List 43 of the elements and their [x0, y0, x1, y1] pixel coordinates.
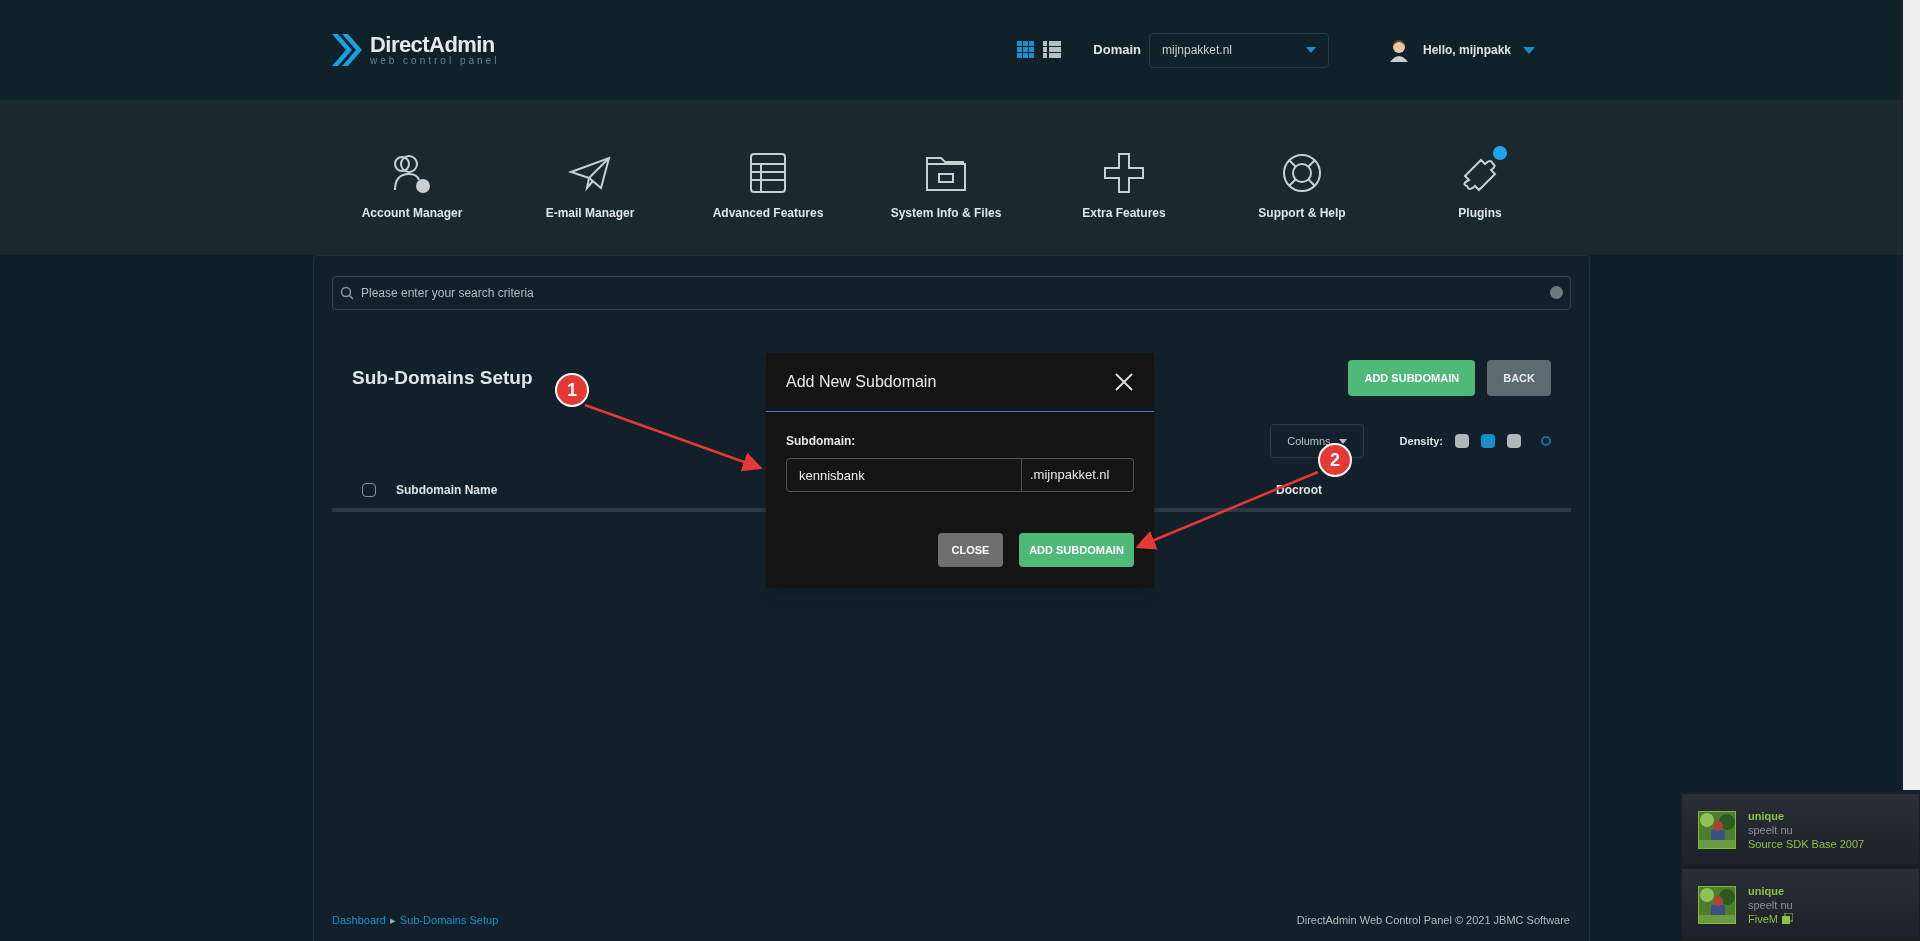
select-all-checkbox[interactable]	[362, 483, 376, 497]
column-header[interactable]: Docroot	[1276, 481, 1322, 499]
game-name: FiveM	[1748, 911, 1778, 926]
domain-label: Domain	[1093, 41, 1141, 60]
nav-item[interactable]: Plugins	[1391, 150, 1569, 255]
nav-item[interactable]: Support & Help	[1213, 150, 1391, 255]
user-name: unique	[1748, 883, 1786, 898]
density-option[interactable]	[1455, 434, 1469, 448]
back-button[interactable]: BACK	[1487, 360, 1551, 396]
field-label: Subdomain:	[786, 433, 857, 450]
close-button[interactable]: CLOSE	[938, 533, 1003, 567]
logo-title: DirectAdmin	[370, 34, 495, 56]
page-title: Sub-Domains Setup	[352, 365, 533, 390]
nav-item[interactable]: Account Manager	[323, 150, 501, 255]
density-option[interactable]	[1481, 434, 1495, 448]
domain-suffix: .mijnpakket.nl	[1022, 458, 1134, 492]
user-name: unique	[1748, 808, 1786, 823]
dialog-title: Add New Subdomain	[786, 372, 937, 392]
breadcrumb-link[interactable]: Sub-Domains Setup	[399, 912, 499, 929]
settings-icon[interactable]	[1541, 436, 1551, 446]
close-icon[interactable]	[1114, 372, 1134, 392]
game-name: Source SDK Base 2007	[1748, 836, 1865, 851]
copyright-text: DirectAdmin Web Control Panel © 2021 JBMC Software	[1296, 913, 1570, 928]
nav-item[interactable]: Advanced Features	[679, 150, 857, 255]
clear-icon[interactable]	[1550, 286, 1563, 299]
density-label: Density:	[1399, 433, 1443, 449]
plus-icon	[1101, 150, 1147, 196]
subdomain-input[interactable]: kennisbank	[786, 458, 1022, 492]
search-icon	[340, 286, 354, 300]
domain-select[interactable]: mijnpakket.nl	[1148, 32, 1329, 68]
breadcrumb-link[interactable]: Dashboard	[332, 912, 386, 929]
logo-subtitle: web control panel	[370, 56, 500, 66]
status-text: speelt nu	[1748, 897, 1793, 912]
grid-view-icon[interactable]	[1017, 41, 1036, 59]
user-menu[interactable]: Hello, mijnpakk	[1422, 41, 1535, 59]
list-view-icon[interactable]	[1043, 41, 1062, 59]
status-text: speelt nu	[1748, 822, 1794, 837]
nav-item[interactable]: E-mail Manager	[501, 150, 679, 255]
nav-item[interactable]: Extra Features	[1035, 150, 1213, 255]
density-option[interactable]	[1507, 434, 1521, 448]
breadcrumb-separator: ▸	[389, 913, 396, 928]
search-field[interactable]: Please enter your search criteria	[332, 276, 1571, 310]
nav-item[interactable]: System Info & Files	[857, 150, 1035, 255]
